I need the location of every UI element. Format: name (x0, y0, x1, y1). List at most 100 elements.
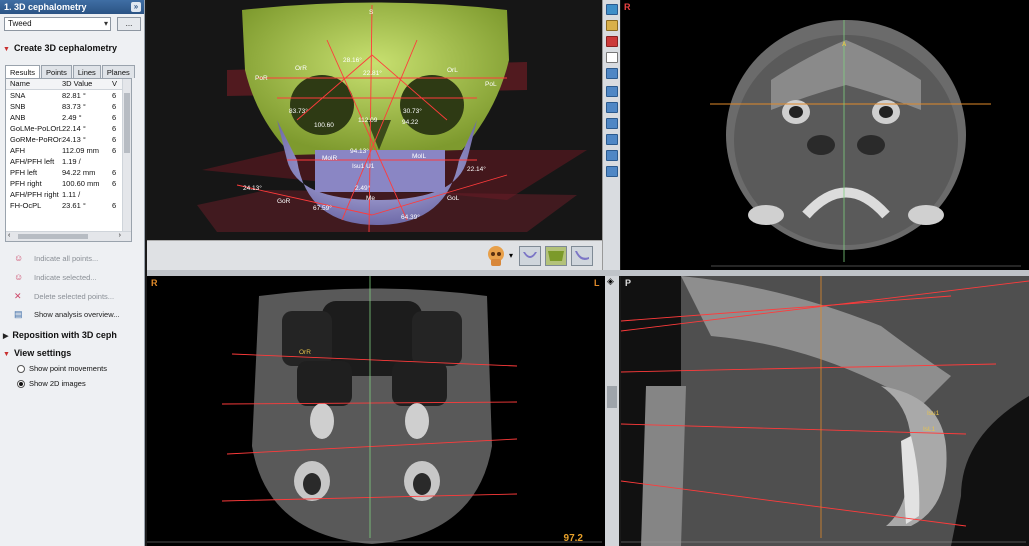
table-header: Name 3D Value V (6, 79, 131, 90)
collapsed-triangle-icon: ▶ (3, 333, 9, 340)
table-row[interactable]: AFH 112.09 mm 6 (6, 145, 131, 156)
mandible-view-button[interactable] (519, 246, 541, 266)
cell-name: PFH left (10, 168, 38, 177)
slice-scrollbar-thumb[interactable] (607, 386, 617, 408)
table-row[interactable]: PFH right 100.60 mm 6 (6, 178, 131, 189)
label-angle-1: 28.16° (343, 56, 362, 64)
skull-view-icon[interactable] (486, 245, 506, 267)
shield-icon[interactable]: ◈ (607, 276, 614, 287)
sagittal-isl1-label: IsL1 (923, 426, 936, 433)
label-angle-8: 67.59° (313, 204, 332, 212)
scroll-right-icon[interactable]: › (119, 232, 121, 239)
reset-icon[interactable] (606, 36, 618, 47)
label-me: Me (366, 195, 375, 202)
delete-selected-label: Delete selected points... (34, 292, 115, 301)
section-create-cephalometry[interactable]: ▼ Create 3D cephalometry (3, 43, 117, 53)
radio-indicator-selected (17, 379, 25, 388)
cell-value: 23.61 ° (62, 201, 86, 210)
table-row[interactable]: AFH/PFH left 1.19 / (6, 156, 131, 167)
radio-show-2d-images[interactable]: Show 2D images (17, 379, 86, 388)
collapse-icon[interactable]: » (131, 2, 141, 12)
cell-name: AFH/PFH right (10, 190, 59, 199)
table-row[interactable]: GoRMe-PoROrR 24.13 ° 6 (6, 134, 131, 145)
sagittal-isu1-label: Isu1 (927, 410, 940, 417)
scroll-left-icon[interactable]: ‹ (8, 232, 10, 239)
label-pol: PoL (485, 81, 497, 88)
viewport-coronal[interactable]: R L OrR 97.2 (147, 276, 605, 546)
clip-icon[interactable] (606, 20, 618, 31)
cell-v: 6 (112, 102, 117, 111)
dropdown-arrow-icon[interactable]: ▾ (509, 251, 513, 260)
table-row[interactable]: SNB 83.73 ° 6 (6, 101, 131, 112)
table-row[interactable]: ANB 2.49 ° 6 (6, 112, 131, 123)
cube-front-icon[interactable] (606, 86, 618, 97)
cell-value: 100.60 mm (62, 179, 100, 188)
cell-name: FH-OcPL (10, 201, 42, 210)
cell-value: 83.73 ° (62, 102, 86, 111)
slice-scrollbar[interactable]: ◈ (605, 276, 619, 546)
column-header-value[interactable]: 3D Value (62, 79, 112, 89)
coronal-orr-label: OrR (299, 349, 311, 356)
label-pfh-left: 94.22 (402, 119, 419, 126)
section-reposition-label: Reposition with 3D ceph (12, 330, 117, 340)
indicate-selected-label: Indicate selected... (34, 272, 97, 282)
cube-bottom-icon[interactable] (606, 166, 618, 177)
skull-3d-render[interactable]: PoR OrR OrL PoL S 28.16° 22.81° 83.73° 3… (147, 0, 602, 240)
cube-left-icon[interactable] (606, 118, 618, 129)
label-moll: MolL (412, 153, 426, 160)
cell-v: 6 (112, 113, 117, 122)
table-row[interactable]: GoLMe-PoLOrL 22.14 ° 6 (6, 123, 131, 134)
label-angle-4: 30.73° (403, 107, 422, 115)
cell-name: ANB (10, 113, 26, 122)
cube-back-icon[interactable] (606, 102, 618, 113)
viewport-sagittal[interactable]: P Isu1 IsL1 (621, 276, 1029, 546)
analysis-select[interactable]: Tweed ▾ (4, 17, 111, 31)
label-anb: 2.49° (355, 184, 371, 192)
rotate-icon[interactable] (606, 52, 618, 63)
label-afh: 112.09 (358, 117, 378, 124)
cell-value: 1.11 / (62, 190, 81, 199)
coronal-left-label: R (151, 278, 158, 288)
viewport-axial[interactable]: R A (621, 0, 1029, 270)
section-reposition[interactable]: ▶ Reposition with 3D ceph (3, 330, 117, 340)
cube-top-icon[interactable] (606, 150, 618, 161)
more-options-button[interactable]: ... (117, 17, 141, 31)
cube-right-icon[interactable] (606, 134, 618, 145)
table-row[interactable]: PFH left 94.22 mm 6 (6, 167, 131, 178)
tab-results[interactable]: Results (5, 65, 41, 78)
column-header-v[interactable]: V (112, 79, 120, 89)
cube-view-icon[interactable] (606, 68, 618, 79)
view-preset-bar: ▾ (147, 240, 602, 270)
screenshot-icon[interactable] (606, 4, 618, 15)
maxilla-view-button[interactable] (545, 246, 567, 266)
tab-points[interactable]: Points (41, 65, 72, 78)
delete-selected-points-button[interactable]: ✕ Delete selected points... (14, 291, 114, 302)
table-row[interactable]: AFH/PFH right 1.11 / (6, 189, 131, 200)
radio-indicator (17, 364, 25, 373)
cell-value: 2.49 ° (62, 113, 82, 122)
show-analysis-overview-button[interactable]: ▤ Show analysis overview... (14, 309, 119, 320)
cell-name: SNB (10, 102, 26, 111)
tab-lines[interactable]: Lines (72, 65, 101, 78)
mandible-side-view-button[interactable] (571, 246, 593, 266)
tab-planes[interactable]: Planes (101, 65, 135, 78)
indicate-selected-button[interactable]: ☺ Indicate selected... (14, 272, 97, 282)
section-view-settings[interactable]: ▼ View settings (3, 348, 71, 358)
label-molr: MolR (322, 155, 337, 162)
radio-show-point-movements[interactable]: Show point movements (17, 364, 107, 373)
table-horizontal-scrollbar[interactable]: ‹ › (6, 231, 131, 241)
indicate-all-points-button[interactable]: ☺ Indicate all points... (14, 253, 98, 263)
cell-name: SNA (10, 91, 26, 100)
coronal-right-label: L (594, 278, 600, 288)
label-angle-7: 22.14° (467, 165, 486, 173)
viewport-3d[interactable]: PoR OrR OrL PoL S 28.16° 22.81° 83.73° 3… (147, 0, 602, 270)
column-header-name[interactable]: Name (6, 79, 62, 89)
expanded-triangle-icon: ▼ (3, 351, 10, 358)
cell-v (112, 156, 120, 167)
table-row[interactable]: SNA 82.81 ° 6 (6, 90, 131, 101)
table-row[interactable]: FH-OcPL 23.61 ° 6 (6, 200, 131, 211)
label-isu1: Isu1 U1 (352, 163, 375, 170)
cell-value: 82.81 ° (62, 91, 86, 100)
table-vertical-scrollbar[interactable] (122, 79, 131, 233)
label-por: PoR (255, 75, 268, 82)
